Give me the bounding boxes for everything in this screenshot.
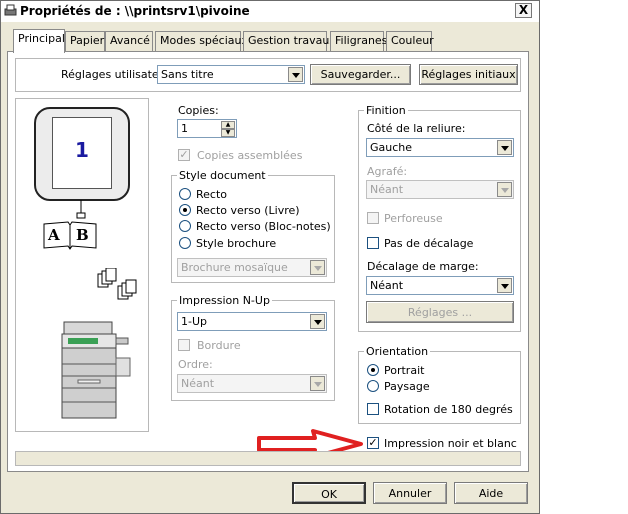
book-letter-right: B [76,226,89,244]
chevron-down-icon[interactable] [288,67,303,82]
finishing-settings-button[interactable]: Réglages ... [366,301,514,323]
radio-recto-verso-bloc-label: Recto verso (Bloc-notes) [196,220,331,233]
radio-recto[interactable] [179,188,191,200]
tab-filigranes[interactable]: Filigranes [330,31,387,51]
radio-portrait-label: Portrait [384,364,425,377]
chevron-down-icon[interactable] [310,376,325,391]
tab-modes-speciaux[interactable]: Modes spéciaux [155,31,248,51]
staple-value: Néant [370,183,404,196]
staple-select[interactable]: Néant [366,180,514,199]
radio-brochure-label: Style brochure [196,237,277,250]
offset-label: Pas de décalage [384,237,474,250]
book-letter-left: A [48,226,60,244]
chevron-up-icon[interactable]: ▲ [221,121,235,129]
order-select[interactable]: Néant [177,374,327,393]
radio-recto-verso-livre-label: Recto verso (Livre) [196,204,300,217]
collate-checkbox[interactable]: ✓ [178,149,190,161]
chevron-down-icon[interactable] [497,278,512,293]
save-settings-button[interactable]: Sauvegarder... [310,64,411,85]
chevron-down-icon[interactable] [497,140,512,155]
tab-papier[interactable]: Papier [65,31,105,51]
chevron-down-icon[interactable]: ▼ [221,129,235,137]
copies-label: Copies: [178,104,219,117]
radio-recto-label: Recto [196,188,228,201]
tab-principal[interactable]: Principal [13,29,65,53]
brochure-select[interactable]: Brochure mosaïque [177,258,327,277]
bw-print-checkbox[interactable]: ✓ [367,437,379,449]
punch-label: Perforeuse [384,212,443,225]
staple-label: Agrafé: [367,165,408,178]
radio-recto-verso-bloc[interactable] [179,220,191,232]
copies-value: 1 [181,122,188,135]
ok-button[interactable]: OK [292,482,366,504]
initial-settings-button[interactable]: Réglages initiaux [419,64,518,85]
margin-shift-select[interactable]: Néant [366,276,514,295]
copies-stepper[interactable]: 1 ▲ ▼ [177,119,237,138]
radio-landscape[interactable] [367,380,379,392]
user-settings-value: Sans titre [161,68,214,81]
help-button[interactable]: Aide [454,482,528,504]
printer-device-icon [61,321,131,419]
radio-recto-verso-livre[interactable] [179,204,191,216]
bw-print-label: Impression noir et blanc [384,437,517,450]
status-strip [15,451,521,466]
tab-couleur[interactable]: Couleur [386,31,434,51]
chevron-down-icon[interactable] [310,260,325,275]
nup-value: 1-Up [181,315,208,328]
order-label: Ordre: [178,358,213,371]
orientation-legend: Orientation [364,345,431,358]
page-number: 1 [75,138,89,162]
chevron-down-icon[interactable] [310,314,325,329]
collated-sets-icon [97,268,137,300]
finishing-legend: Finition [364,104,408,117]
radio-landscape-label: Paysage [384,380,430,393]
nup-legend: Impression N-Up [177,294,272,307]
cancel-button[interactable]: Annuler [373,482,447,504]
binding-value: Gauche [370,141,413,154]
margin-shift-label: Décalage de marge: [367,260,479,273]
nup-select[interactable]: 1-Up [177,312,327,331]
window-title: Propriétés de : \\printsrv1\pivoine [20,4,250,18]
binding-select[interactable]: Gauche [366,138,514,157]
rotate-180-checkbox[interactable] [367,403,379,415]
rotate-180-label: Rotation de 180 degrés [384,403,513,416]
radio-portrait[interactable] [367,364,379,376]
radio-brochure[interactable] [179,237,191,249]
border-label: Bordure [197,339,241,352]
punch-checkbox[interactable] [367,212,379,224]
user-settings-select[interactable]: Sans titre [157,65,305,84]
border-checkbox[interactable] [178,339,190,351]
tab-gestion-travaux[interactable]: Gestion travaux [243,31,336,51]
offset-checkbox[interactable] [367,237,379,249]
document-style-legend: Style document [177,169,268,182]
margin-shift-value: Néant [370,279,404,292]
order-value: Néant [181,377,215,390]
close-button[interactable]: X [515,3,532,18]
binding-label: Côté de la reliure: [367,122,466,135]
tab-avance[interactable]: Avancé [105,31,153,51]
brochure-value: Brochure mosaïque [181,261,288,274]
printer-app-icon [4,4,17,16]
chevron-down-icon[interactable] [497,182,512,197]
collate-label: Copies assemblées [197,149,303,162]
